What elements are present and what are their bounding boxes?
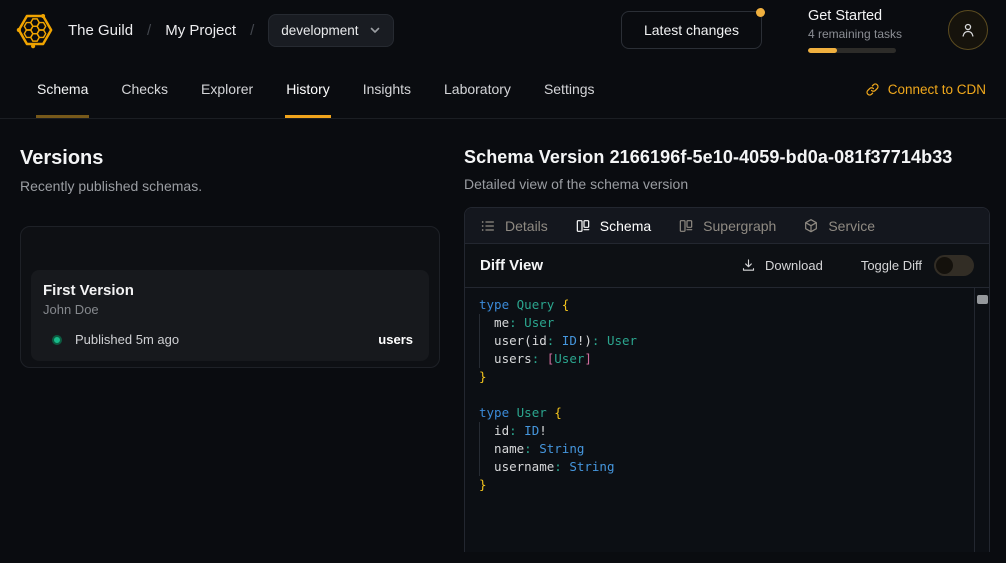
cube-icon [803, 218, 819, 234]
get-started-subtitle: 4 remaining tasks [808, 27, 902, 41]
version-name: First Version [43, 282, 413, 299]
latest-changes-label: Latest changes [644, 22, 739, 38]
breadcrumb-project[interactable]: My Project [165, 22, 236, 39]
columns-icon [678, 218, 694, 234]
breadcrumb: The Guild / My Project / [68, 22, 254, 39]
service-tag: users [378, 332, 413, 347]
detail-tab-service[interactable]: Service [803, 218, 875, 234]
version-list-item[interactable]: First Version John Doe Published 5m ago … [31, 270, 429, 361]
nav-tab-laboratory[interactable]: Laboratory [443, 60, 512, 118]
detail-tab-list: Details Schema Supergraph Service [465, 208, 989, 244]
code-line: username: String [479, 458, 975, 476]
breadcrumb-org[interactable]: The Guild [68, 22, 133, 39]
indent-guide [479, 314, 480, 368]
code-scrollbar[interactable] [974, 288, 989, 552]
diff-view-toolbar: Diff View Download Toggle Diff [465, 244, 989, 288]
detail-tab-supergraph[interactable]: Supergraph [678, 218, 776, 234]
download-label: Download [765, 258, 823, 273]
code-line [479, 386, 975, 404]
primary-nav: Schema Checks Explorer History Insights Labor… [0, 60, 1006, 119]
get-started-title: Get Started [808, 8, 902, 24]
code-scrollbar-thumb[interactable] [977, 295, 988, 304]
download-button[interactable]: Download [741, 258, 823, 273]
published-status-dot [52, 335, 62, 345]
person-icon [959, 21, 977, 39]
user-avatar[interactable] [948, 10, 988, 50]
nav-tab-history[interactable]: History [285, 60, 331, 118]
versions-card: First Version John Doe Published 5m ago … [20, 226, 440, 368]
versions-title: Versions [20, 147, 440, 170]
detail-tab-label: Schema [600, 218, 651, 234]
nav-tab-list: Schema Checks Explorer History Insights Labor… [36, 60, 596, 118]
environment-selector[interactable]: development [268, 14, 393, 47]
get-started-progress-fill [808, 48, 837, 53]
nav-tab-schema[interactable]: Schema [36, 60, 89, 118]
code-line: user(id: ID!): User [479, 332, 975, 350]
link-icon [865, 82, 880, 97]
code-line: } [479, 476, 975, 494]
connect-to-cdn-button[interactable]: Connect to CDN [865, 60, 986, 118]
indent-guide [479, 422, 480, 476]
toggle-diff-switch[interactable] [934, 255, 974, 276]
version-detail-panel: Schema Version 2166196f-5e10-4059-bd0a-0… [464, 147, 990, 552]
detail-tab-label: Details [505, 218, 548, 234]
toggle-diff-label: Toggle Diff [861, 258, 922, 273]
main-content: Versions Recently published schemas. Fir… [0, 119, 1006, 552]
schema-version-title: Schema Version 2166196f-5e10-4059-bd0a-0… [464, 147, 990, 168]
latest-changes-button[interactable]: Latest changes [621, 11, 762, 49]
connect-to-cdn-label: Connect to CDN [888, 82, 986, 97]
list-icon [480, 218, 496, 234]
get-started-widget[interactable]: Get Started 4 remaining tasks [808, 8, 902, 53]
schema-code-viewer[interactable]: type Query { me: User user(id: ID!): Use… [465, 288, 989, 552]
diff-view-title: Diff View [480, 257, 543, 274]
breadcrumb-separator: / [250, 22, 254, 39]
detail-tab-details[interactable]: Details [480, 218, 548, 234]
detail-tab-label: Supergraph [703, 218, 776, 234]
notification-dot [756, 8, 765, 17]
code-line: name: String [479, 440, 975, 458]
code-line: type User { [479, 404, 975, 422]
download-icon [741, 258, 756, 273]
code-line: users: [User] [479, 350, 975, 368]
schema-code: type Query { me: User user(id: ID!): Use… [479, 296, 975, 494]
version-author: John Doe [43, 302, 413, 317]
toggle-diff-knob [936, 257, 953, 274]
app-header: The Guild / My Project / development Lat… [0, 0, 1006, 60]
guild-logo-icon[interactable] [16, 11, 54, 49]
code-line: id: ID! [479, 422, 975, 440]
nav-tab-explorer[interactable]: Explorer [200, 60, 254, 118]
version-status: Published 5m ago [75, 332, 179, 347]
schema-version-subtitle: Detailed view of the schema version [464, 176, 990, 192]
detail-tab-schema[interactable]: Schema [575, 218, 651, 234]
environment-selector-value: development [281, 23, 358, 38]
code-line: } [479, 368, 975, 386]
schema-detail-card: Details Schema Supergraph Service Diff View… [464, 207, 990, 552]
detail-tab-label: Service [828, 218, 875, 234]
columns-icon [575, 218, 591, 234]
versions-subtitle: Recently published schemas. [20, 178, 440, 194]
nav-tab-settings[interactable]: Settings [543, 60, 596, 118]
chevron-down-icon [369, 24, 381, 36]
nav-tab-checks[interactable]: Checks [120, 60, 169, 118]
code-line: me: User [479, 314, 975, 332]
get-started-progress-bar [808, 48, 896, 53]
code-line: type Query { [479, 296, 975, 314]
breadcrumb-separator: / [147, 22, 151, 39]
nav-tab-insights[interactable]: Insights [362, 60, 412, 118]
versions-panel: Versions Recently published schemas. Fir… [20, 147, 440, 552]
